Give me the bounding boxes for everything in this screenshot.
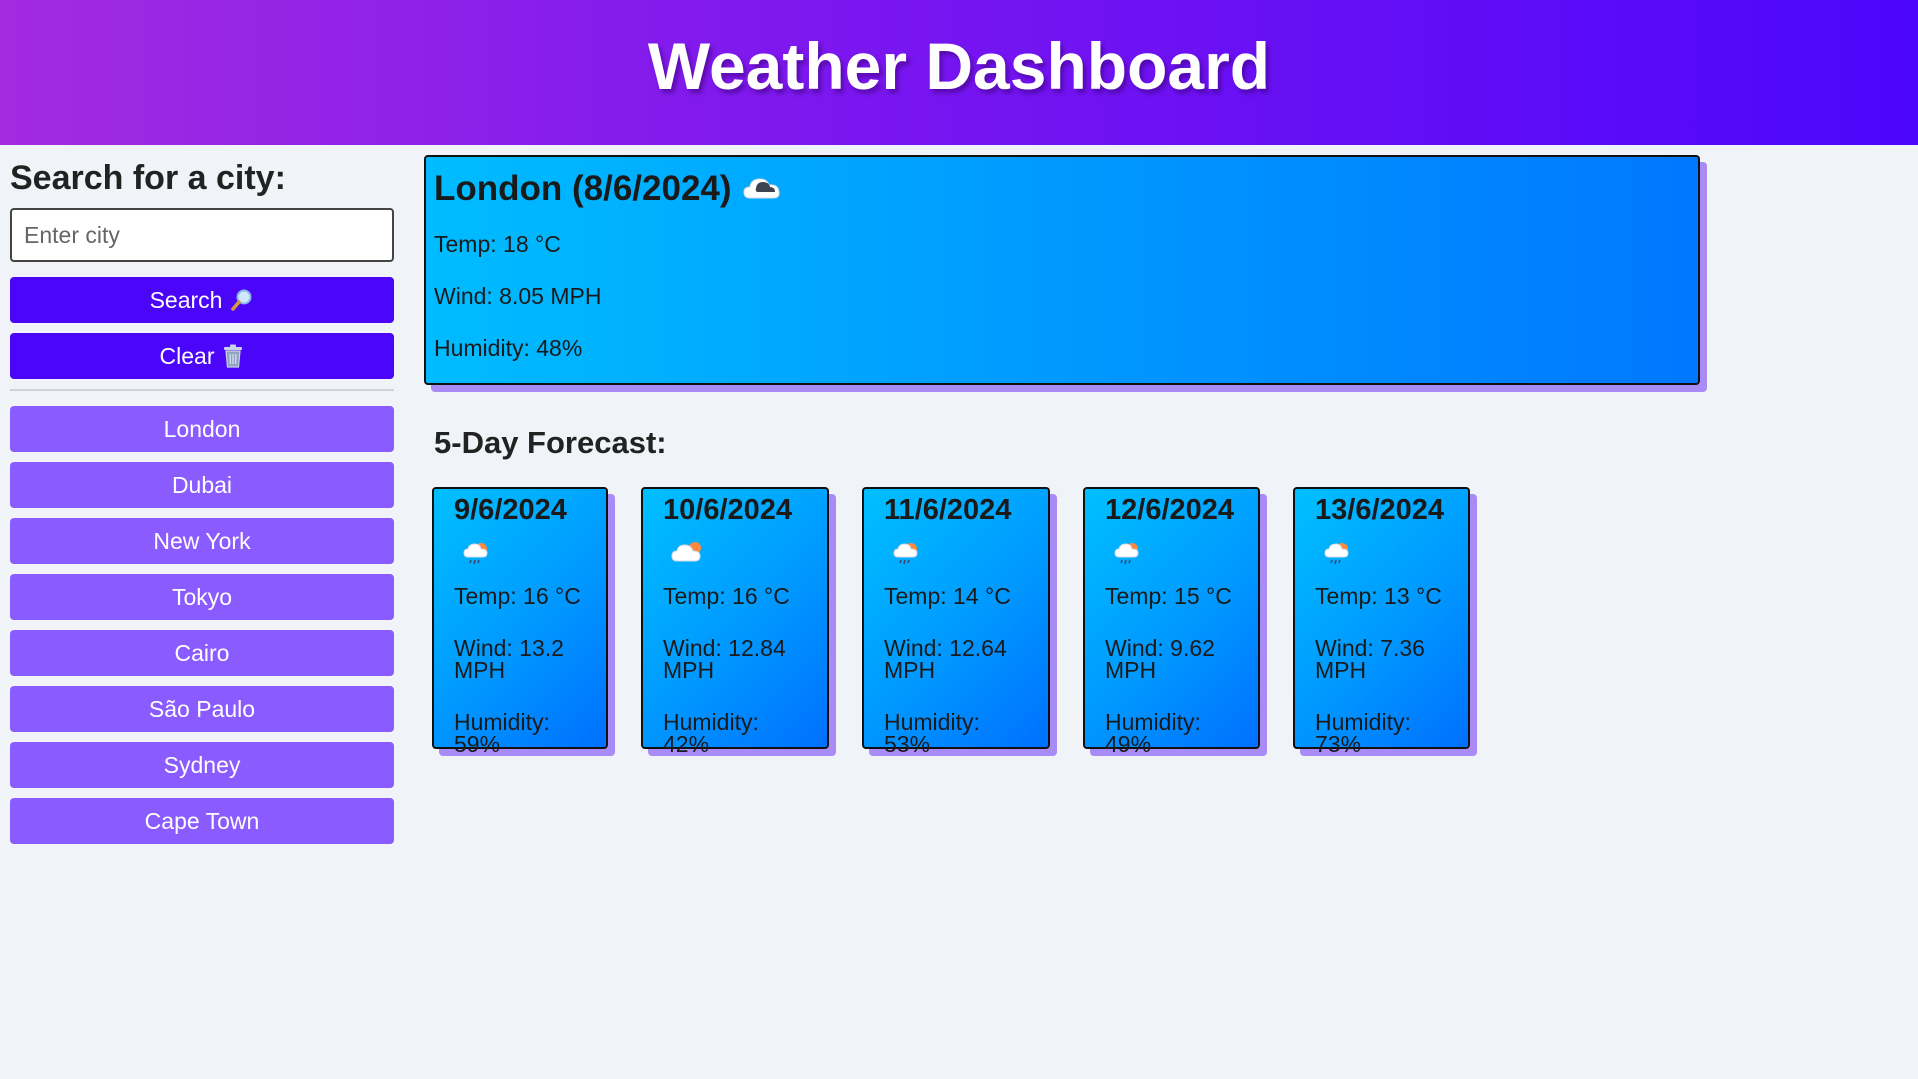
cloud-dark-icon: [742, 174, 782, 204]
history-city-button[interactable]: Cape Town: [10, 798, 394, 844]
forecast-temp: Temp: 16 °C: [454, 583, 581, 609]
history-city-button[interactable]: Cairo: [10, 630, 394, 676]
rain-sun-icon: [454, 539, 586, 575]
forecast-list: 9/6/2024 Temp: 16 °C Wind: 13.2 MPH Humidit…: [424, 487, 1700, 756]
forecast-date: 9/6/2024: [454, 494, 567, 526]
forecast-card: 12/6/2024 Temp: 15 °C Wind: 9.62 MPH Humidi…: [1083, 487, 1260, 756]
current-city-date: London (8/6/2024): [434, 169, 732, 208]
forecast-humidity: Humidity: 49%: [1105, 709, 1201, 757]
history-city-button[interactable]: New York: [10, 518, 394, 564]
forecast-humidity: Humidity: 73%: [1315, 709, 1411, 757]
search-history-list: London Dubai New York Tokyo Cairo São Paulo Sy…: [10, 406, 394, 844]
current-humidity: Humidity: 48%: [434, 335, 583, 361]
forecast-wind: Wind: 7.36 MPH: [1315, 635, 1425, 683]
cloud-sun-icon: [663, 539, 807, 575]
rain-sun-icon: [1105, 539, 1238, 575]
page-title: Weather Dashboard: [647, 28, 1271, 103]
forecast-humidity: Humidity: 53%: [884, 709, 980, 757]
forecast-card: 11/6/2024 Temp: 14 °C Wind: 12.64 MPH Humid…: [862, 487, 1050, 756]
forecast-date: 10/6/2024: [663, 494, 793, 526]
forecast-temp: Temp: 15 °C: [1105, 583, 1232, 609]
history-city-button[interactable]: London: [10, 406, 394, 452]
forecast-temp: Temp: 13 °C: [1315, 583, 1442, 609]
sidebar: Search for a city: Search Clear: [0, 145, 394, 854]
main-content: London (8/6/2024) Temp: 18 °C Wind: 8.05…: [394, 145, 1700, 854]
rain-sun-icon: [884, 539, 1028, 575]
history-city-button[interactable]: São Paulo: [10, 686, 394, 732]
forecast-wind: Wind: 12.64 MPH: [884, 635, 1007, 683]
app-header: Weather Dashboard: [0, 0, 1918, 145]
forecast-temp: Temp: 16 °C: [663, 583, 790, 609]
current-temp: Temp: 18 °C: [434, 231, 561, 257]
current-wind: Wind: 8.05 MPH: [434, 283, 602, 309]
forecast-heading: 5-Day Forecast:: [434, 425, 667, 460]
sidebar-divider: [10, 389, 394, 391]
forecast-wind: Wind: 13.2 MPH: [454, 635, 564, 683]
rain-sun-icon: [1315, 539, 1448, 575]
trash-icon: [222, 344, 244, 368]
clear-button-label: Clear: [159, 342, 215, 369]
forecast-card: 13/6/2024 Temp: 13 °C Wind: 7.36 MPH Humidi…: [1293, 487, 1470, 756]
forecast-date: 12/6/2024: [1105, 494, 1235, 526]
forecast-wind: Wind: 9.62 MPH: [1105, 635, 1215, 683]
forecast-card: 9/6/2024 Temp: 16 °C Wind: 13.2 MPH Humidit…: [432, 487, 608, 756]
clear-button[interactable]: Clear: [10, 333, 394, 379]
search-button-label: Search: [149, 286, 223, 313]
city-search-input[interactable]: [10, 208, 394, 262]
forecast-humidity: Humidity: 59%: [454, 709, 550, 757]
search-button[interactable]: Search: [10, 277, 394, 323]
forecast-temp: Temp: 14 °C: [884, 583, 1011, 609]
magnifier-icon: [230, 288, 254, 312]
forecast-card: 10/6/2024 Temp: 16 °C Wind: 12.84 MPH Humid…: [641, 487, 829, 756]
forecast-date: 11/6/2024: [884, 494, 1012, 526]
forecast-humidity: Humidity: 42%: [663, 709, 759, 757]
search-heading: Search for a city:: [10, 159, 286, 197]
history-city-button[interactable]: Dubai: [10, 462, 394, 508]
forecast-wind: Wind: 12.84 MPH: [663, 635, 786, 683]
history-city-button[interactable]: Tokyo: [10, 574, 394, 620]
history-city-button[interactable]: Sydney: [10, 742, 394, 788]
current-weather-card: London (8/6/2024) Temp: 18 °C Wind: 8.05…: [424, 155, 1700, 385]
forecast-date: 13/6/2024: [1315, 494, 1445, 526]
